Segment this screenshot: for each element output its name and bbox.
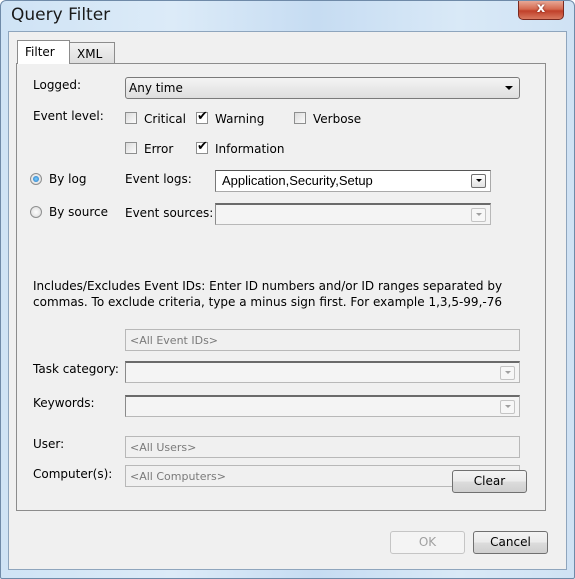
- chevron-down-icon: [505, 405, 511, 408]
- check-icon: ✔: [197, 139, 208, 154]
- dialog-client-area: Filter XML Logged: Any time Event level:…: [8, 31, 567, 570]
- chevron-down-icon: [476, 213, 482, 216]
- logged-value: Any time: [129, 81, 183, 95]
- event-logs-label: Event logs:: [125, 172, 192, 186]
- event-ids-help-text: Includes/Excludes Event IDs: Enter ID nu…: [33, 279, 503, 309]
- task-category-dropdown-button[interactable]: [500, 366, 515, 380]
- check-icon: ✔: [197, 109, 208, 124]
- verbose-checkbox[interactable]: [294, 112, 306, 124]
- computers-placeholder: <All Computers>: [130, 470, 226, 483]
- cancel-button[interactable]: Cancel: [473, 531, 548, 554]
- critical-label: Critical: [144, 112, 186, 126]
- event-logs-dropdown[interactable]: Application,Security,Setup: [215, 170, 491, 192]
- by-log-label: By log: [49, 172, 87, 186]
- by-source-label: By source: [49, 205, 108, 219]
- event-ids-input[interactable]: <All Event IDs>: [125, 329, 520, 351]
- computers-label: Computer(s):: [33, 467, 113, 481]
- close-button[interactable]: x: [518, 1, 564, 20]
- event-logs-dropdown-button[interactable]: [471, 174, 486, 188]
- information-checkbox[interactable]: ✔: [196, 139, 208, 154]
- tab-filter[interactable]: Filter: [17, 40, 70, 64]
- error-checkbox[interactable]: [125, 142, 137, 154]
- close-icon: x: [536, 1, 546, 16]
- event-ids-placeholder: <All Event IDs>: [130, 334, 219, 347]
- filter-panel: Logged: Any time Event level: Critical ✔…: [16, 63, 546, 511]
- warning-checkbox[interactable]: ✔: [196, 109, 208, 124]
- by-source-radio[interactable]: [30, 206, 42, 218]
- clear-button[interactable]: Clear: [452, 470, 527, 493]
- task-category-label: Task category:: [33, 362, 119, 376]
- verbose-label: Verbose: [313, 112, 362, 126]
- event-sources-dropdown[interactable]: [215, 203, 491, 225]
- logged-label: Logged:: [33, 78, 82, 92]
- chevron-down-icon: [476, 179, 482, 182]
- tab-xml[interactable]: XML: [69, 42, 115, 64]
- ok-button[interactable]: OK: [390, 531, 465, 554]
- logged-dropdown[interactable]: Any time: [125, 77, 520, 99]
- chevron-down-icon: [505, 86, 513, 90]
- keywords-dropdown-button[interactable]: [500, 400, 515, 414]
- error-label: Error: [144, 142, 174, 156]
- user-input[interactable]: <All Users>: [125, 436, 520, 458]
- critical-checkbox[interactable]: [125, 112, 137, 124]
- event-logs-value: Application,Security,Setup: [222, 173, 373, 188]
- information-label: Information: [215, 142, 285, 156]
- keywords-label: Keywords:: [33, 396, 95, 410]
- event-sources-dropdown-button[interactable]: [471, 208, 486, 222]
- keywords-dropdown[interactable]: [125, 395, 520, 417]
- task-category-dropdown[interactable]: [125, 361, 520, 383]
- event-sources-label: Event sources:: [125, 206, 214, 220]
- event-level-label: Event level:: [33, 109, 104, 123]
- warning-label: Warning: [215, 112, 265, 126]
- user-label: User:: [33, 437, 65, 451]
- dialog-window: Query Filter x Filter XML Logged: Any ti…: [0, 0, 575, 579]
- radio-dot-icon: [33, 176, 39, 182]
- user-placeholder: <All Users>: [130, 441, 197, 454]
- by-log-radio[interactable]: [30, 173, 42, 185]
- chevron-down-icon: [505, 371, 511, 374]
- dialog-title: Query Filter: [11, 5, 111, 25]
